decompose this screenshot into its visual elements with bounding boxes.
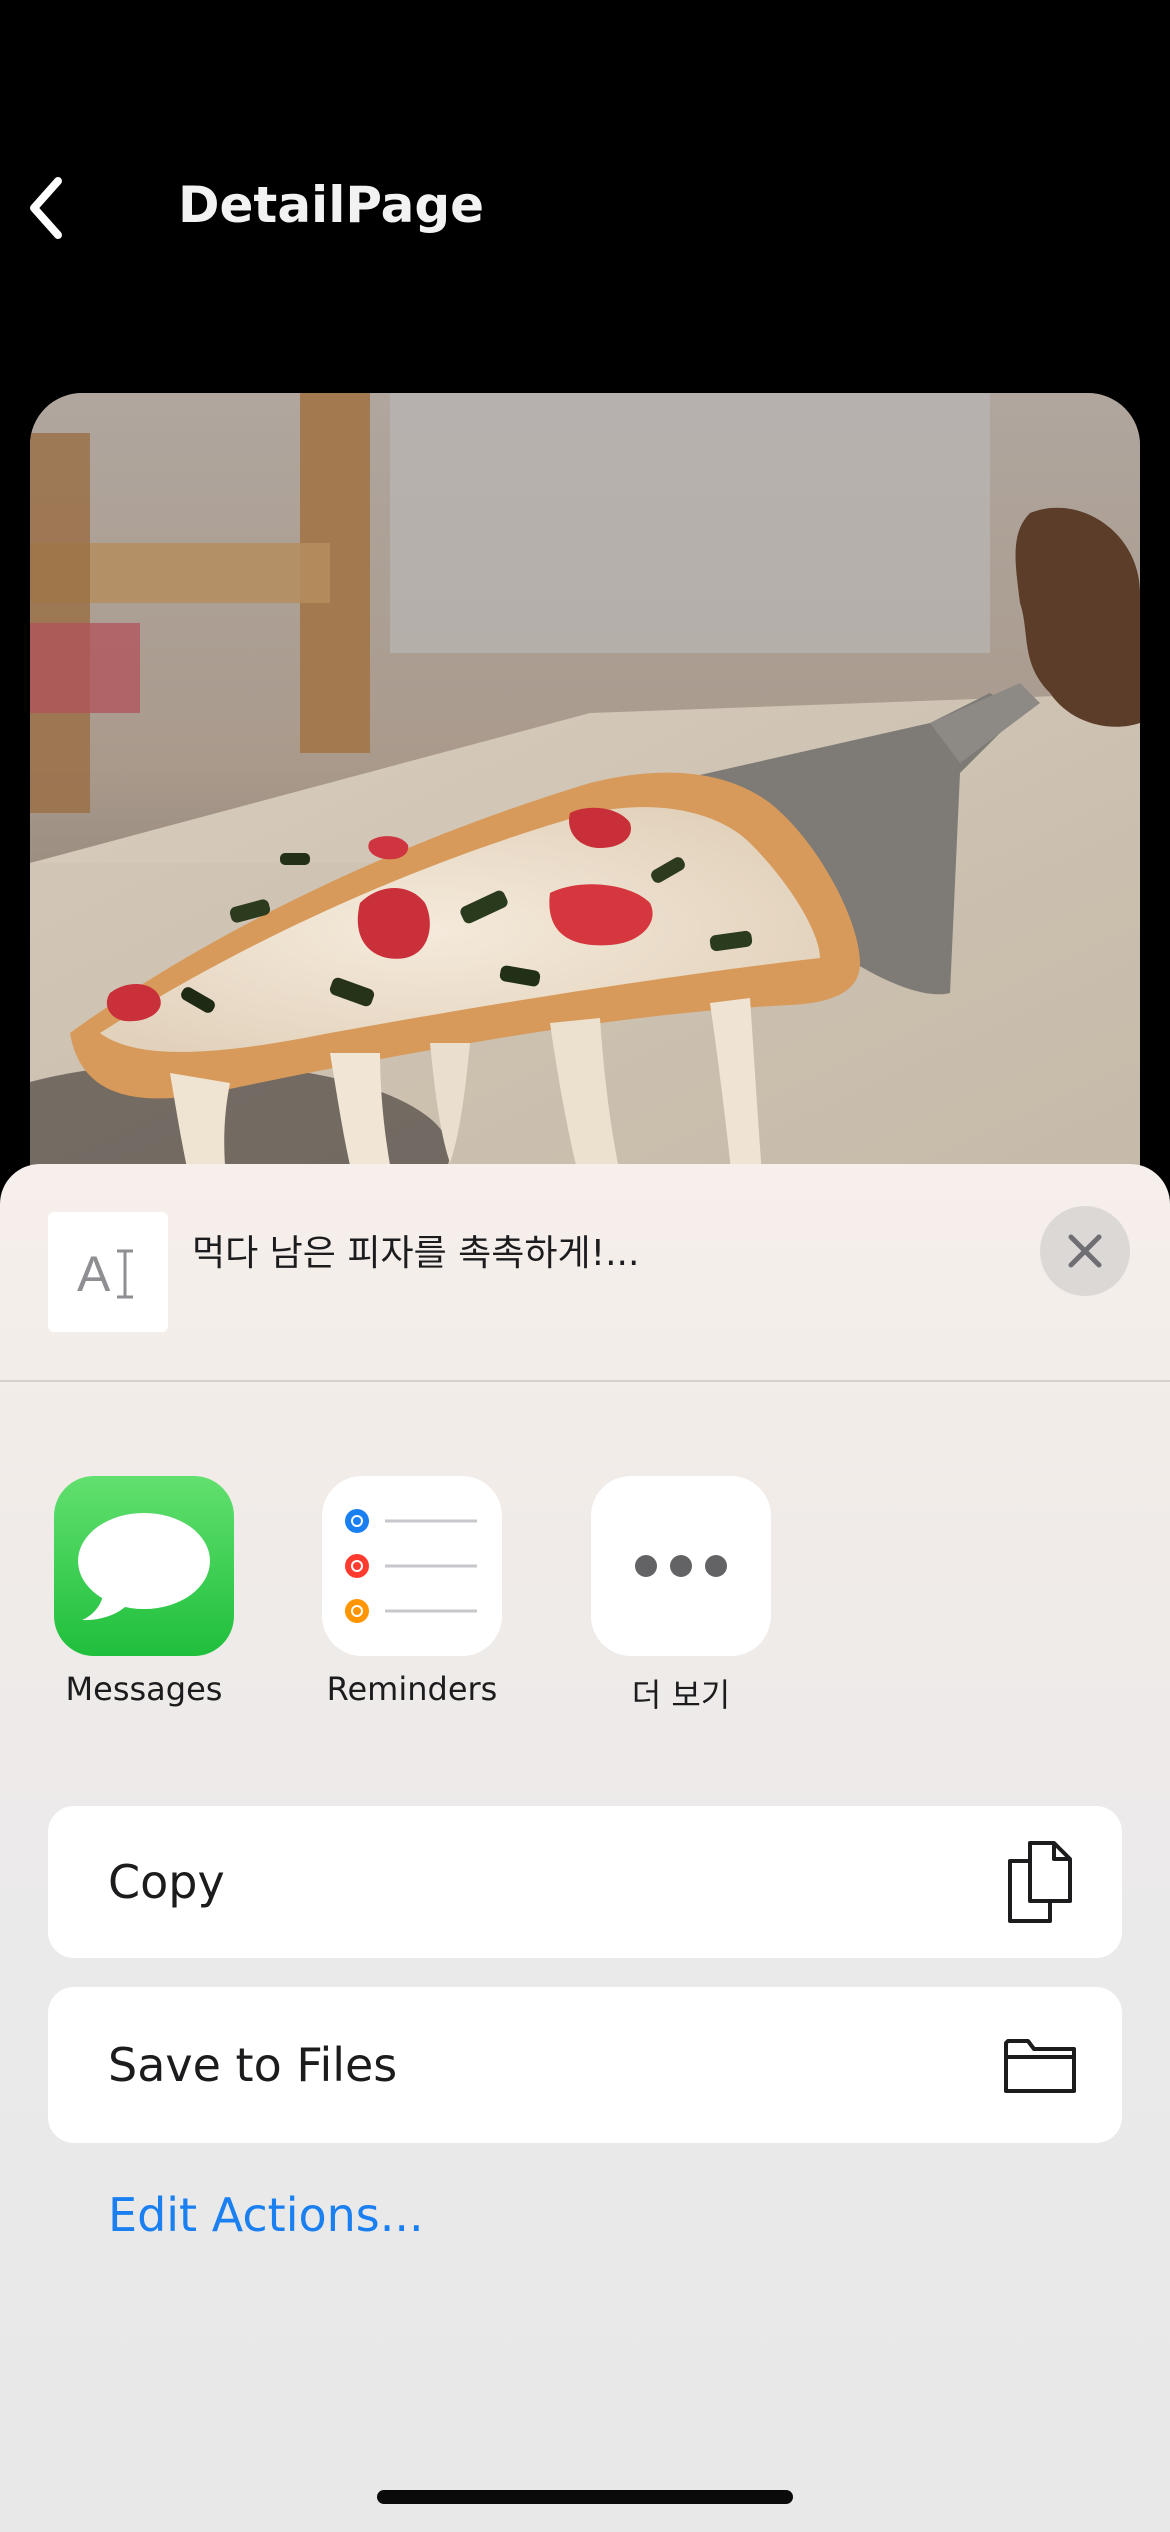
- edit-actions-link[interactable]: Edit Actions...: [108, 2188, 424, 2242]
- text-cursor-icon: A: [77, 1246, 133, 1302]
- page-title: DetailPage: [178, 176, 485, 234]
- back-button[interactable]: [16, 168, 76, 248]
- copy-action[interactable]: Copy: [48, 1806, 1122, 1958]
- close-button[interactable]: [1040, 1206, 1130, 1296]
- svg-text:A: A: [77, 1246, 111, 1302]
- home-indicator[interactable]: [377, 2490, 793, 2504]
- copy-icon: [998, 1837, 1082, 1927]
- save-to-files-action[interactable]: Save to Files: [48, 1987, 1122, 2143]
- share-app-label: Messages: [65, 1670, 223, 1708]
- action-label: Copy: [108, 1855, 225, 1909]
- share-app-messages[interactable]: Messages: [29, 1476, 259, 1708]
- chevron-left-icon: [30, 177, 62, 239]
- share-app-reminders[interactable]: Reminders: [297, 1476, 527, 1708]
- close-icon: [1068, 1234, 1102, 1268]
- messages-icon: [54, 1476, 234, 1656]
- more-icon: [591, 1476, 771, 1656]
- reminders-icon: [322, 1476, 502, 1656]
- preview-thumbnail: A: [48, 1212, 168, 1332]
- share-sheet-header: A 먹다 남은 피자를 촉촉하게!...: [0, 1164, 1170, 1382]
- share-app-label: 더 보기: [631, 1676, 731, 1714]
- share-app-more[interactable]: 더 보기: [566, 1476, 796, 1716]
- action-label: Save to Files: [108, 2038, 398, 2092]
- share-apps-row: Messages Reminders 더 보기: [0, 1476, 1170, 1736]
- share-sheet: A 먹다 남은 피자를 촉촉하게!... Messages Reminders …: [0, 1164, 1170, 2532]
- share-app-label: Reminders: [326, 1670, 498, 1708]
- screen: DetailPage A 먹다 남은 피자를 촉촉하게!... Messages…: [0, 0, 1170, 2532]
- pizza-photo: [30, 393, 1140, 1213]
- folder-icon: [998, 2020, 1082, 2110]
- preview-text: 먹다 남은 피자를 촉촉하게!...: [192, 1233, 640, 1274]
